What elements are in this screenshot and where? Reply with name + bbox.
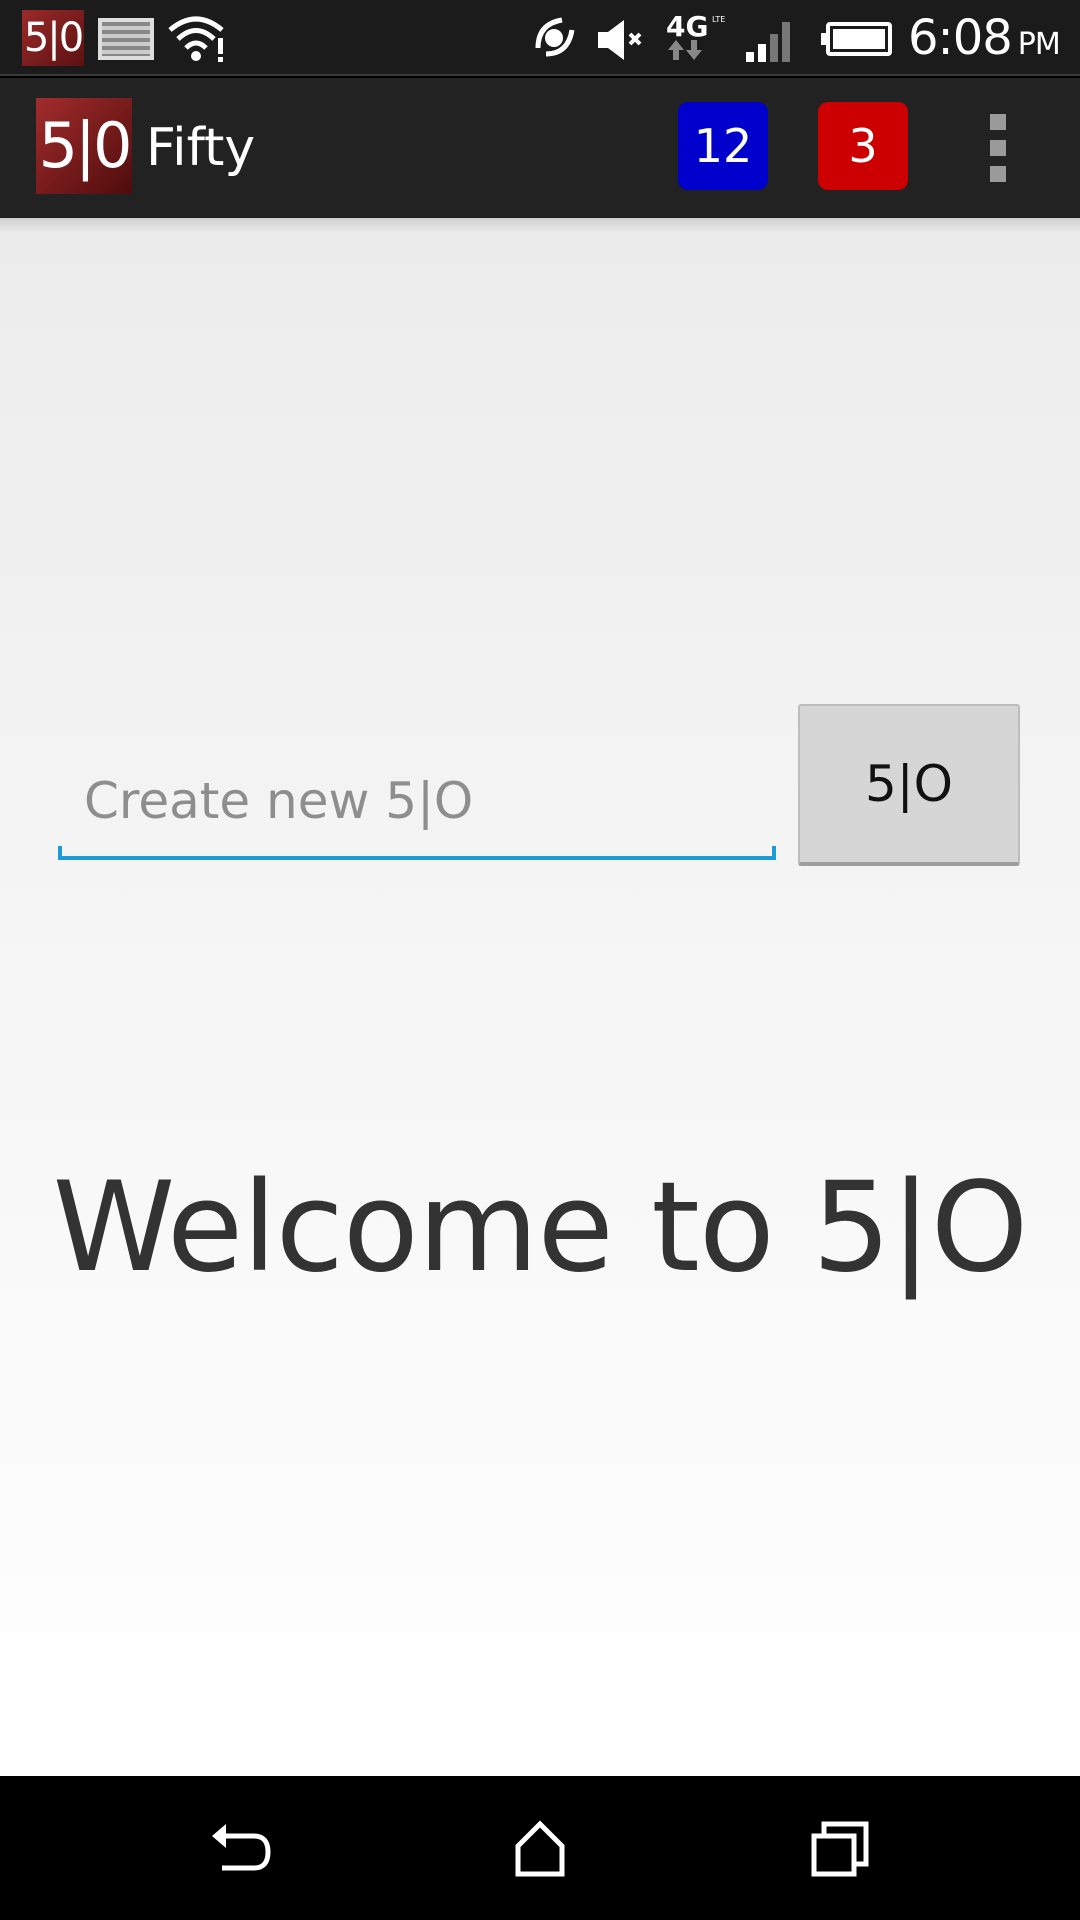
svg-text:LTE: LTE <box>712 15 725 24</box>
svg-text:4G: 4G <box>666 10 708 43</box>
home-icon[interactable] <box>500 1808 580 1888</box>
mute-icon <box>598 20 642 60</box>
signal-icon <box>746 22 790 62</box>
clock: 6:08 PM <box>908 10 1061 66</box>
nfc-icon <box>535 17 575 57</box>
wifi-icon <box>168 16 224 62</box>
create-new-input[interactable] <box>58 738 776 860</box>
app-notification-icon: 5|0 <box>22 10 84 66</box>
create-input-wrapper <box>58 738 776 868</box>
main-content: 5|O Welcome to 5|O <box>0 218 1080 1776</box>
action-bar: 5|0 Fifty 12 3 <box>0 78 1080 218</box>
blue-count-badge[interactable]: 12 <box>678 102 768 190</box>
app-title: Fifty <box>146 118 256 178</box>
red-count-badge[interactable]: 3 <box>818 102 908 190</box>
lte-icon: 4G LTE <box>666 10 725 60</box>
create-button[interactable]: 5|O <box>798 704 1020 866</box>
status-bar: 5|0 4G LTE 6:08 PM <box>0 0 1080 76</box>
recent-apps-icon[interactable] <box>800 1808 880 1888</box>
navigation-bar <box>0 1776 1080 1920</box>
image-icon <box>98 18 154 60</box>
battery-icon <box>821 22 892 56</box>
input-underline <box>58 846 776 860</box>
back-icon[interactable] <box>200 1808 280 1888</box>
status-icons-group: 4G LTE <box>535 10 790 62</box>
app-logo[interactable]: 5|0 <box>36 98 132 194</box>
overflow-menu-icon[interactable] <box>978 114 1018 184</box>
welcome-heading: Welcome to 5|O <box>52 1156 1029 1300</box>
